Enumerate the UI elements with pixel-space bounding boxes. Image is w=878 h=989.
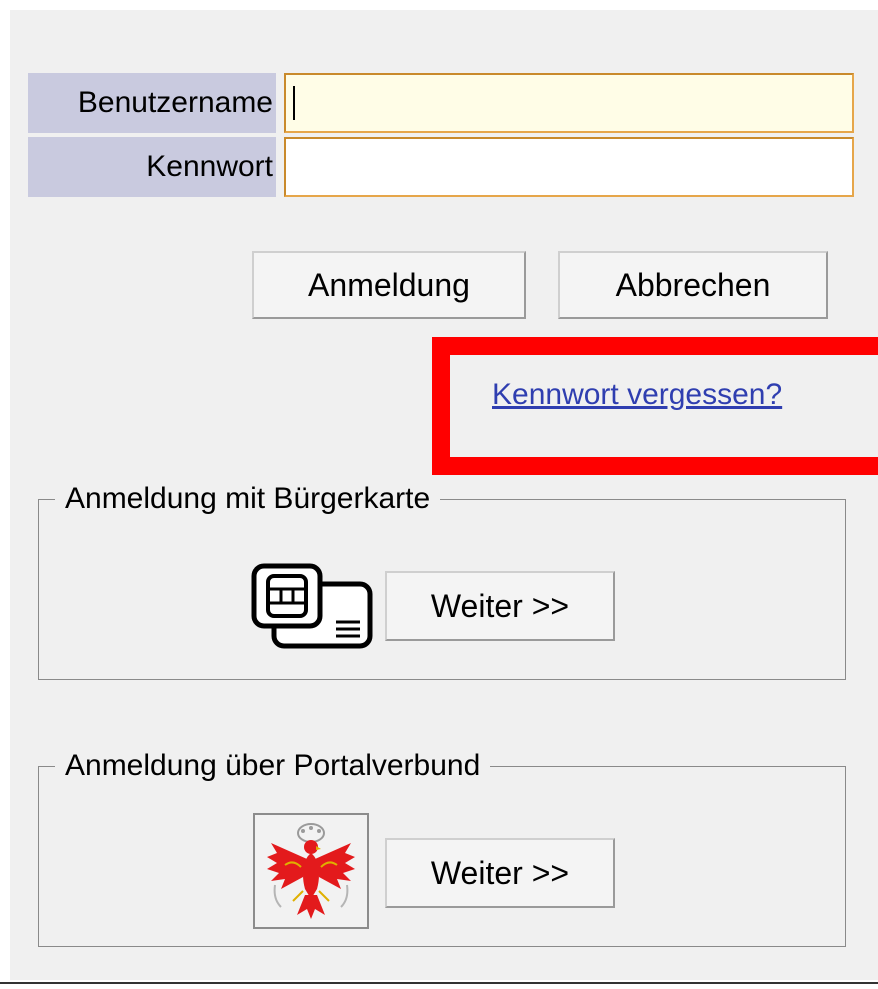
tyrol-eagle-emblem-button[interactable]: [253, 813, 369, 929]
portal-continue-button[interactable]: Weiter >>: [385, 838, 615, 908]
text-cursor: [293, 86, 295, 120]
smart-card-icon: [250, 562, 374, 650]
password-input[interactable]: [284, 137, 854, 197]
password-label: Kennwort: [28, 137, 276, 197]
bottom-border: [0, 982, 878, 984]
forgot-password-link[interactable]: Kennwort vergessen?: [492, 378, 782, 412]
username-input[interactable]: [284, 73, 854, 133]
cancel-button[interactable]: Abbrechen: [558, 251, 828, 319]
citizen-card-legend: Anmeldung mit Bürgerkarte: [65, 482, 431, 515]
username-label: Benutzername: [28, 73, 276, 133]
tyrol-eagle-emblem: [267, 823, 355, 919]
citizen-card-continue-button[interactable]: Weiter >>: [385, 571, 615, 641]
login-button[interactable]: Anmeldung: [252, 251, 526, 319]
portal-legend: Anmeldung über Portalverbund: [65, 749, 481, 782]
